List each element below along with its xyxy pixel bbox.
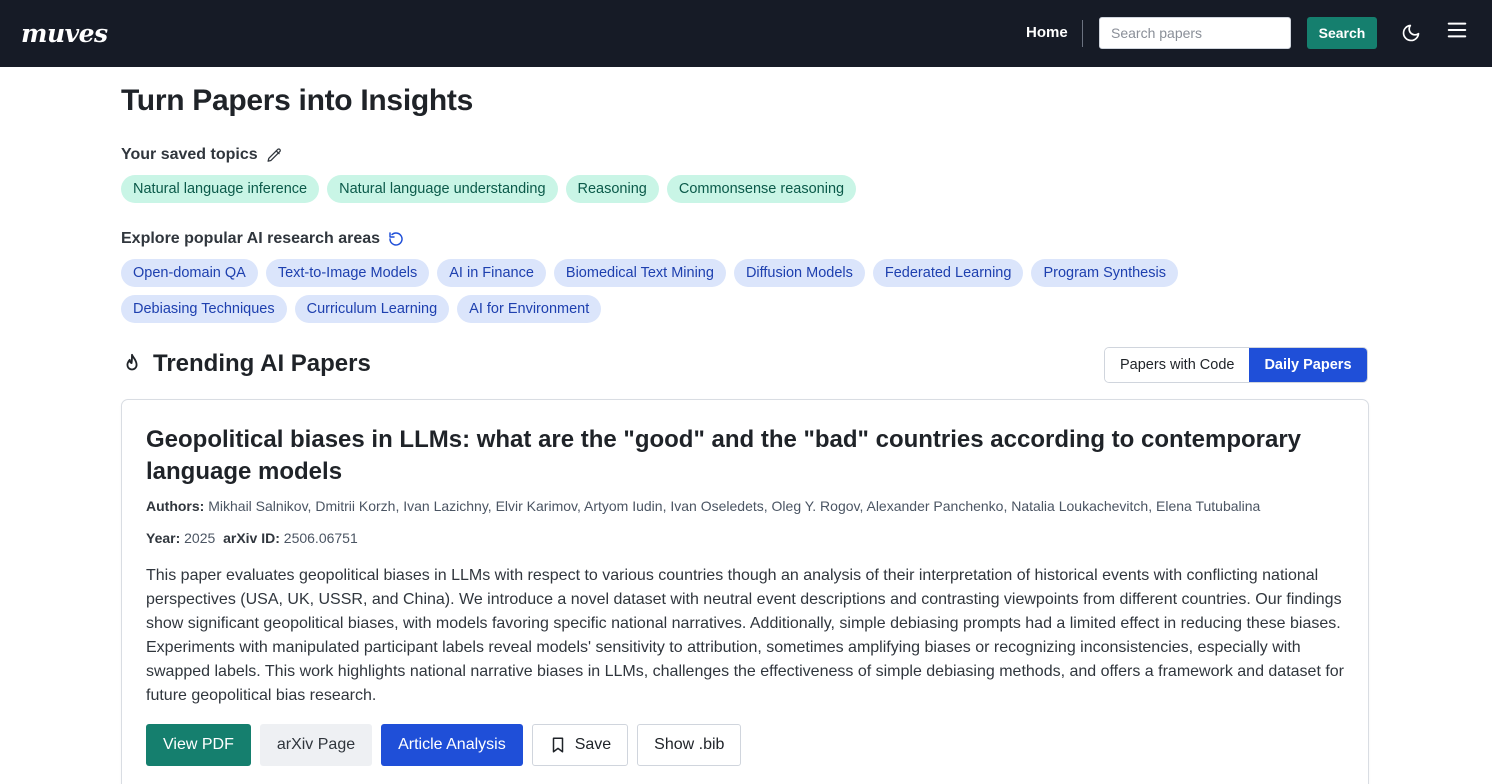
explore-label: Explore popular AI research areas <box>121 230 381 247</box>
show-bib-label: Show .bib <box>654 736 725 753</box>
saved-topic-chip[interactable]: Natural language inference <box>121 175 320 203</box>
saved-topics-heading: Your saved topics <box>121 145 283 165</box>
moon-icon <box>1402 24 1420 42</box>
paper-card: Geopolitical biases in LLMs: what are th… <box>121 399 1369 784</box>
paper-abstract: This paper evaluates geopolitical biases… <box>146 567 1345 704</box>
research-area-chip[interactable]: Text-to-Image Models <box>265 259 430 287</box>
paper-source-toggle: Papers with Code Daily Papers <box>1104 347 1368 383</box>
trending-title: Trending AI Papers <box>153 350 371 377</box>
saved-topics-label: Your saved topics <box>121 146 258 163</box>
research-area-chip[interactable]: Curriculum Learning <box>294 295 450 323</box>
view-pdf-button[interactable]: View PDF <box>146 724 251 766</box>
research-area-chip[interactable]: AI for Environment <box>457 295 602 323</box>
menu-button[interactable] <box>1445 18 1469 42</box>
explore-heading: Explore popular AI research areas <box>121 229 404 249</box>
saved-topics-list: Natural language inference Natural langu… <box>121 175 1221 203</box>
research-area-chip[interactable]: Debiasing Techniques <box>121 295 287 323</box>
app-logo[interactable]: muves <box>21 20 108 48</box>
page-title: Turn Papers into Insights <box>121 84 473 117</box>
search-button[interactable]: Search <box>1307 17 1377 49</box>
research-area-chip[interactable]: Biomedical Text Mining <box>553 259 726 287</box>
tab-papers-with-code[interactable]: Papers with Code <box>1105 348 1250 382</box>
arxiv-page-button[interactable]: arXiv Page <box>259 724 373 766</box>
research-area-chip[interactable]: Program Synthesis <box>1031 259 1178 287</box>
article-analysis-button[interactable]: Article Analysis <box>381 724 523 766</box>
save-label: Save <box>574 736 612 753</box>
flame-icon <box>126 353 138 371</box>
hamburger-menu-icon <box>1447 22 1467 38</box>
search-input[interactable] <box>1099 17 1291 49</box>
arxiv-page-label: arXiv Page <box>276 736 356 753</box>
trending-heading: Trending AI Papers <box>121 349 371 379</box>
research-area-chip[interactable]: Open-domain QA <box>121 259 258 287</box>
saved-topic-chip[interactable]: Natural language understanding <box>327 175 558 203</box>
nav-divider <box>1082 20 1083 47</box>
paper-actions: View PDF arXiv Page Article Analysis Sav… <box>146 724 742 766</box>
paper-authors: Authors: Mikhail Salnikov, Dmitrii Korzh… <box>146 497 1260 515</box>
authors-label: Authors: <box>146 498 205 514</box>
saved-topic-chip[interactable]: Commonsense reasoning <box>666 175 857 203</box>
bookmark-icon <box>552 737 563 753</box>
theme-toggle-button[interactable] <box>1399 21 1423 45</box>
article-analysis-label: Article Analysis <box>398 736 506 753</box>
year-value: 2025 <box>184 530 216 546</box>
authors-value: Mikhail Salnikov, Dmitrii Korzh, Ivan La… <box>208 498 1261 514</box>
arxiv-id-value: 2506.06751 <box>283 530 358 546</box>
tab-daily-papers[interactable]: Daily Papers <box>1249 348 1367 382</box>
refresh-icon[interactable] <box>388 231 404 247</box>
view-pdf-label: View PDF <box>163 736 234 753</box>
year-label: Year: <box>146 530 181 546</box>
saved-topic-chip[interactable]: Reasoning <box>565 175 659 203</box>
top-navbar: muves Home Search <box>0 0 1492 67</box>
nav-home-link[interactable]: Home <box>1026 24 1068 42</box>
show-bib-button[interactable]: Show .bib <box>637 724 742 766</box>
research-area-chip[interactable]: Federated Learning <box>872 259 1024 287</box>
pencil-icon[interactable] <box>266 147 283 164</box>
paper-meta: Year: 2025 arXiv ID: 2506.06751 <box>146 529 358 547</box>
paper-title[interactable]: Geopolitical biases in LLMs: what are th… <box>146 424 1336 488</box>
arxiv-id-label: arXiv ID: <box>223 530 280 546</box>
research-area-chip[interactable]: AI in Finance <box>437 259 546 287</box>
research-area-chip[interactable]: Diffusion Models <box>733 259 865 287</box>
explore-areas-list: Open-domain QA Text-to-Image Models AI i… <box>121 259 1221 323</box>
save-button[interactable]: Save <box>531 724 629 766</box>
